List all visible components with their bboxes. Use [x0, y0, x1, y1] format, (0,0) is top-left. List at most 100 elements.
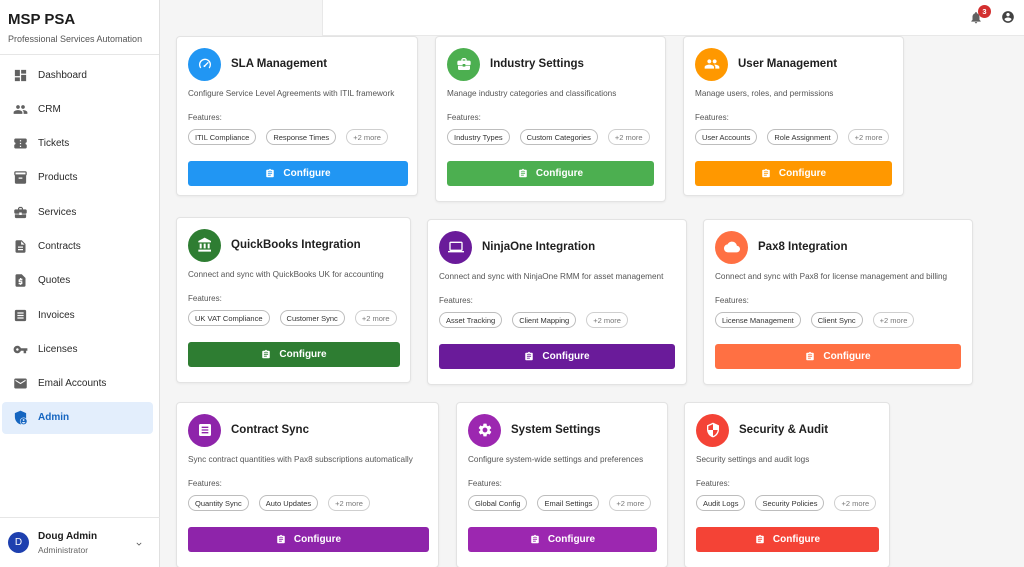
sidebar-item-label: Email Accounts — [38, 378, 107, 390]
sidebar-item-label: Quotes — [38, 275, 71, 287]
features-label: Features: — [188, 113, 222, 122]
user-menu[interactable]: D Doug Admin Administrator — [0, 517, 160, 567]
sidebar-item-label: Products — [38, 172, 78, 184]
laptop-icon — [439, 230, 472, 264]
sidebar-item-invoices[interactable]: Invoices — [2, 299, 153, 331]
feature-chip: Asset Tracking — [439, 312, 503, 328]
user-role: Administrator — [38, 544, 89, 555]
account-circle-icon[interactable] — [1001, 10, 1015, 24]
more-features-chip: +2 more — [847, 129, 890, 145]
list-document-icon — [188, 413, 221, 447]
configure-button-label: Configure — [293, 534, 342, 545]
sidebar-item-label: Dashboard — [38, 69, 87, 81]
sidebar-item-label: CRM — [38, 103, 61, 115]
chevron-down-icon[interactable] — [134, 536, 144, 546]
feature-chip: ITIL Compliance — [188, 129, 257, 145]
speedometer-icon — [188, 47, 221, 81]
notification-badge: 3 — [978, 5, 991, 18]
sidebar-item-products[interactable]: Products — [2, 162, 153, 194]
gear-icon — [468, 413, 501, 447]
configure-button[interactable]: Configure — [188, 527, 429, 552]
sidebar-item-admin[interactable]: Admin — [2, 401, 153, 434]
more-features-chip: +2 more — [586, 312, 628, 328]
sidebar-item-services[interactable]: Services — [2, 196, 153, 228]
configure-button[interactable]: Configure — [715, 344, 961, 369]
configure-button[interactable]: Configure — [188, 342, 400, 367]
business-case-icon — [447, 47, 480, 81]
features-label: Features: — [439, 296, 473, 305]
key-icon — [12, 341, 28, 357]
feature-chip: User Accounts — [695, 129, 758, 145]
configure-button-label: Configure — [283, 168, 331, 179]
card-contract-sync: Contract Sync Sync contract quantities w… — [176, 402, 439, 567]
sidebar-item-email-accounts[interactable]: Email Accounts — [2, 368, 153, 400]
configure-button[interactable]: Configure — [188, 161, 408, 186]
sidebar-item-quotes[interactable]: Quotes — [2, 265, 153, 297]
card-description: Security settings and audit logs — [696, 455, 810, 464]
clipboard-icon — [262, 349, 271, 359]
configure-button[interactable]: Configure — [696, 527, 879, 552]
briefcase-icon — [12, 204, 28, 220]
features-label: Features: — [468, 479, 502, 488]
card-pax8-integration: Pax8 Integration Connect and sync with P… — [703, 219, 973, 385]
card-title: Pax8 Integration — [758, 241, 848, 253]
feature-chips: User Accounts Role Assignment +2 more — [695, 129, 899, 145]
configure-button[interactable]: Configure — [447, 161, 654, 186]
admin-shield-icon — [12, 410, 28, 426]
card-header: System Settings — [468, 413, 600, 447]
feature-chip: Quantity Sync — [188, 495, 249, 511]
group-icon — [695, 47, 728, 81]
cloud-icon — [715, 230, 748, 264]
sidebar-item-label: Licenses — [38, 343, 78, 355]
card-user-management: User Management Manage users, roles, and… — [683, 36, 904, 196]
configure-button[interactable]: Configure — [695, 161, 892, 186]
card-header: SLA Management — [188, 47, 328, 81]
sidebar-item-licenses[interactable]: Licenses — [2, 333, 153, 365]
user-info: Doug Admin Administrator — [38, 531, 97, 555]
clipboard-icon — [519, 168, 527, 178]
feature-chip: License Management — [715, 312, 801, 328]
feature-chip: Auto Updates — [258, 495, 319, 511]
sidebar-item-label: Tickets — [38, 138, 70, 150]
more-features-chip: +2 more — [354, 310, 397, 326]
configure-button-label: Configure — [547, 534, 596, 545]
feature-chips: ITIL Compliance Response Times +2 more — [188, 129, 398, 145]
more-features-chip: +2 more — [346, 129, 388, 145]
more-features-chip: +2 more — [328, 495, 370, 511]
dashboard-icon — [12, 67, 28, 83]
card-title: QuickBooks Integration — [231, 239, 361, 251]
mail-icon — [12, 376, 28, 392]
sidebar-item-dashboard[interactable]: Dashboard — [2, 59, 153, 91]
top-app-bar: 3 — [322, 0, 1024, 36]
sidebar-item-crm[interactable]: CRM — [2, 93, 153, 125]
clipboard-icon — [266, 168, 275, 178]
sidebar-item-label: Admin — [38, 412, 70, 424]
more-features-chip: +2 more — [607, 129, 650, 145]
card-description: Connect and sync with QuickBooks UK for … — [188, 270, 384, 279]
inventory-icon — [12, 170, 28, 186]
bank-icon — [188, 228, 221, 262]
more-features-chip: +2 more — [609, 495, 652, 511]
configure-button-label: Configure — [772, 534, 821, 545]
card-sla-management: SLA Management Configure Service Level A… — [176, 36, 418, 196]
sidebar-nav: Dashboard CRM Tickets Products Services … — [0, 55, 159, 434]
clipboard-icon — [806, 351, 815, 361]
people-icon — [12, 101, 28, 117]
card-ninjaone-integration: NinjaOne Integration Connect and sync wi… — [427, 219, 687, 385]
card-title: SLA Management — [231, 58, 328, 70]
card-header: Contract Sync — [188, 413, 309, 447]
configure-button[interactable]: Configure — [468, 527, 657, 552]
configure-button-label: Configure — [535, 168, 584, 179]
sidebar-item-contracts[interactable]: Contracts — [2, 230, 153, 262]
feature-chip: Industry Types — [447, 129, 510, 145]
card-description: Sync contract quantities with Pax8 subsc… — [188, 455, 413, 464]
card-quickbooks-integration: QuickBooks Integration Connect and sync … — [176, 217, 411, 383]
card-description: Connect and sync with NinjaOne RMM for a… — [439, 272, 664, 281]
sidebar-item-tickets[interactable]: Tickets — [2, 128, 153, 160]
card-header: QuickBooks Integration — [188, 228, 361, 262]
configure-button[interactable]: Configure — [439, 344, 675, 369]
card-header: Security & Audit — [696, 413, 828, 447]
card-description: Manage users, roles, and permissions — [695, 89, 834, 98]
feature-chip: Global Config — [468, 495, 528, 511]
more-features-chip: +2 more — [872, 312, 915, 328]
